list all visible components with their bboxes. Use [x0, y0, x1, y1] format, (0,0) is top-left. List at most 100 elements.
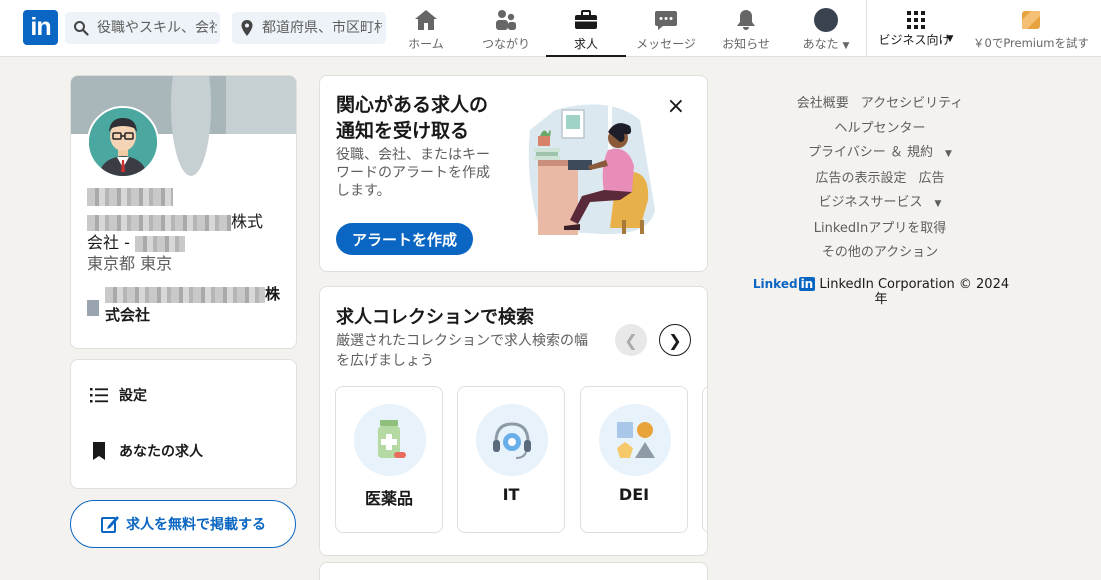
nav-business[interactable]: ビジネス向け ▼ — [874, 0, 958, 57]
menu-my-jobs[interactable]: あなたの求人 — [89, 441, 203, 461]
footer-help-link[interactable]: ヘルプセンター — [834, 121, 925, 136]
location-search[interactable] — [232, 12, 386, 44]
bookmark-icon — [93, 442, 105, 460]
job-collections-card: 求人コレクションで検索 厳選されたコレクションで求人検索の幅 を広げましょう ❮… — [319, 286, 708, 556]
global-nav: in ホーム つながり 求人 メッセージ お知らせ あなた ▼ ビジネス向け ▼ — [0, 0, 1101, 57]
footer-ad-settings-link[interactable]: 広告の表示設定 — [815, 171, 906, 186]
linkedin-wordmark: Linked in — [752, 277, 816, 291]
chevron-down-icon: ▼ — [842, 41, 850, 51]
nav-messaging[interactable]: メッセージ — [632, 0, 700, 57]
nav-jobs-label: 求人 — [573, 37, 598, 51]
nav-home-label: ホーム — [408, 37, 444, 51]
alert-title-line1: 関心がある求人の — [336, 94, 489, 116]
briefcase-icon — [575, 10, 597, 29]
footer-copyright: Linked in LinkedIn Corporation © 2024 年 — [750, 277, 1012, 307]
woman-laptop-illustration — [528, 104, 655, 235]
person-avatar-icon — [89, 108, 157, 176]
nav-me-label: あなた — [802, 37, 839, 51]
collections-desc-line2: を広げましょう — [336, 353, 434, 369]
company-logo-icon — [87, 300, 99, 316]
message-icon — [655, 11, 677, 30]
nav-divider — [866, 0, 867, 57]
footer-links: 会社概要 アクセシビリティ ヘルプセンター プライバシー ＆ 規約 ▼ 広告の表示設… — [740, 92, 1020, 266]
alert-desc-line3: します。 — [336, 183, 391, 199]
alert-desc-line2: ワードのアラートを作成 — [336, 165, 490, 181]
menu-settings[interactable]: 設定 — [89, 385, 147, 405]
location-search-input[interactable] — [262, 20, 382, 36]
avatar — [814, 8, 838, 32]
profile-headline-line2: 会社 - — [87, 233, 135, 252]
alert-description: 役職、会社、またはキー ワードのアラートを作成 します。 — [336, 146, 490, 200]
collection-label: IT — [502, 485, 520, 504]
nav-home[interactable]: ホーム — [398, 0, 454, 57]
people-icon — [496, 10, 516, 30]
footer-accessibility-link[interactable]: アクセシビリティ — [861, 96, 964, 111]
next-card — [319, 562, 708, 580]
footer-more-link[interactable]: その他のアクション — [822, 245, 938, 260]
jobs-menu-card: 設定 あなたの求人 — [70, 359, 297, 489]
redacted-text — [134, 235, 185, 252]
menu-settings-label: 設定 — [119, 388, 147, 404]
profile-headline-suffix: 株式 — [231, 212, 264, 231]
collection-label: DEI — [618, 485, 650, 504]
footer-privacy-label: プライバシー ＆ 規約 — [808, 145, 934, 160]
chevron-down-icon: ▼ — [934, 199, 942, 209]
collections-desc-line1: 厳選されたコレクションで求人検索の幅 — [336, 333, 588, 349]
chevron-down-icon: ▼ — [945, 149, 952, 159]
profile-photo[interactable] — [87, 106, 159, 178]
carousel-prev-button[interactable]: ❮ — [615, 324, 647, 356]
post-job-label: 求人を無料で掲載する — [126, 517, 266, 533]
collections-description: 厳選されたコレクションで求人検索の幅 を広げましょう — [336, 331, 588, 371]
edit-icon — [101, 516, 119, 533]
collection-item[interactable]: 医薬品 — [335, 386, 443, 533]
profile-organization-suffix: 株 — [265, 285, 281, 303]
nav-notifications-label: お知らせ — [722, 37, 770, 51]
nav-premium-label: ￥0でPremiumを試す — [973, 36, 1089, 50]
profile-card: 株式 会社 - 東京都 東京 株式会社 — [70, 75, 297, 349]
copyright-text: LinkedIn Corporation © 2024 — [819, 277, 1010, 292]
copyright-text-line2: 年 — [874, 292, 888, 307]
footer-privacy-link[interactable]: プライバシー ＆ 規約 ▼ — [802, 145, 958, 160]
list-icon — [90, 388, 108, 403]
profile-organization[interactable]: 株式会社 — [87, 284, 280, 326]
footer-get-app-link[interactable]: LinkedInアプリを取得 — [814, 221, 946, 236]
footer-business-services-link[interactable]: ビジネスサービス ▼ — [813, 195, 948, 210]
linkedin-logo[interactable]: in — [23, 10, 58, 45]
keyword-search-input[interactable] — [97, 20, 217, 36]
profile-location: 東京都 東京 — [87, 254, 173, 273]
profile-name[interactable] — [87, 185, 173, 206]
job-alert-card: 関心がある求人の 通知を受け取る 役職、会社、またはキー ワードのアラートを作成… — [319, 75, 708, 272]
collection-item[interactable]: DEI — [580, 386, 688, 533]
footer-ads-link[interactable]: 広告 — [919, 171, 945, 186]
alert-title-line2: 通知を受け取る — [336, 120, 470, 142]
profile-headline: 株式 会社 - — [87, 211, 287, 253]
nav-messaging-label: メッセージ — [636, 37, 696, 51]
nav-network-label: つながり — [481, 37, 530, 51]
nav-notifications[interactable]: お知らせ — [716, 0, 776, 57]
collection-item[interactable] — [702, 386, 707, 533]
redacted-name — [87, 187, 173, 206]
nav-business-label: ビジネス向け — [878, 33, 951, 47]
redacted-text — [105, 286, 265, 303]
nav-me[interactable]: あなた ▼ — [796, 0, 856, 57]
chevron-down-icon: ▼ — [946, 34, 954, 44]
carousel-next-button[interactable]: ❯ — [659, 324, 691, 356]
nav-jobs[interactable]: 求人 — [546, 0, 626, 57]
collections-title: 求人コレクションで検索 — [336, 307, 534, 328]
grid-icon — [907, 11, 925, 29]
collection-item[interactable]: IT — [457, 386, 565, 533]
profile-organization-line2: 式会社 — [105, 306, 151, 324]
create-alert-button[interactable]: アラートを作成 — [336, 223, 474, 255]
post-job-button[interactable]: 求人を無料で掲載する — [70, 500, 296, 548]
redacted-text — [87, 214, 231, 231]
keyword-search[interactable] — [65, 12, 220, 44]
bell-icon — [737, 10, 755, 30]
home-icon — [415, 10, 437, 30]
medicine-bottle-icon — [378, 420, 406, 458]
footer-about-link[interactable]: 会社概要 — [797, 96, 849, 111]
alert-desc-line1: 役職、会社、またはキー — [336, 147, 490, 163]
nav-premium[interactable]: ￥0でPremiumを試す — [968, 0, 1094, 57]
premium-icon — [1022, 11, 1040, 29]
close-icon[interactable]: × — [667, 96, 685, 118]
nav-network[interactable]: つながり — [472, 0, 540, 57]
